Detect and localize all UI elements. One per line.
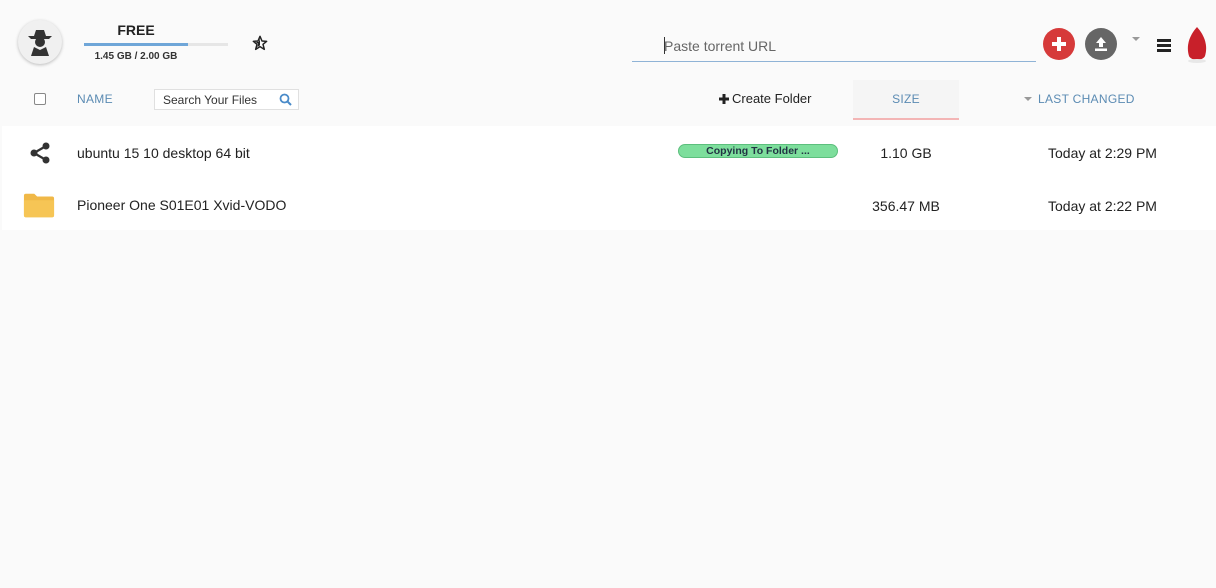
create-folder-button[interactable]: Create Folder [719, 91, 811, 106]
select-all-checkbox[interactable] [34, 93, 46, 105]
search-icon[interactable] [279, 93, 292, 106]
size-column-header[interactable]: SIZE [853, 80, 959, 120]
folder-date: Today at 2:22 PM [1048, 198, 1157, 214]
folder-row[interactable]: Pioneer One S01E01 Xvid-VODO 356.47 MB T… [2, 178, 1216, 230]
file-list: ubuntu 15 10 desktop 64 bit Copying To F… [2, 126, 1216, 230]
file-date: Today at 2:29 PM [1048, 145, 1157, 161]
seedr-logo-icon[interactable] [1185, 26, 1209, 64]
name-column-header[interactable]: NAME [77, 92, 113, 106]
spy-avatar-icon [28, 30, 52, 56]
quota-bar-fill [84, 43, 189, 46]
text-cursor [664, 37, 665, 54]
plan-label: FREE [117, 22, 155, 38]
file-search [154, 89, 299, 110]
file-name: ubuntu 15 10 desktop 64 bit [77, 145, 250, 161]
add-torrent-button[interactable] [1043, 28, 1075, 60]
chevron-down-icon[interactable] [1132, 37, 1140, 41]
folder-icon [23, 189, 55, 221]
file-size: 1.10 GB [880, 145, 932, 161]
sort-desc-icon [1024, 97, 1032, 101]
plus-icon [719, 93, 729, 104]
folder-size: 356.47 MB [872, 198, 940, 214]
plus-icon [1052, 37, 1066, 51]
hamburger-menu-icon[interactable] [1157, 38, 1173, 52]
create-folder-label: Create Folder [732, 91, 812, 106]
share-icon [24, 137, 56, 169]
quota-bar [84, 43, 228, 46]
size-column-label: SIZE [892, 92, 920, 106]
quota-text: 1.45 GB / 2.00 GB [94, 51, 178, 62]
file-search-input[interactable] [155, 90, 273, 109]
file-row[interactable]: ubuntu 15 10 desktop 64 bit Copying To F… [2, 126, 1216, 178]
upload-icon [1095, 37, 1107, 51]
torrent-url-input[interactable] [632, 30, 1036, 62]
status-badge: Copying To Folder ... [678, 144, 838, 158]
last-changed-column-header[interactable]: LAST CHANGED [1024, 92, 1135, 106]
folder-name: Pioneer One S01E01 Xvid-VODO [77, 197, 287, 213]
upload-button[interactable] [1085, 28, 1117, 60]
favorites-button[interactable] [250, 33, 270, 53]
user-avatar[interactable] [18, 20, 62, 64]
last-changed-label: LAST CHANGED [1038, 92, 1135, 106]
star-icon [252, 35, 268, 51]
